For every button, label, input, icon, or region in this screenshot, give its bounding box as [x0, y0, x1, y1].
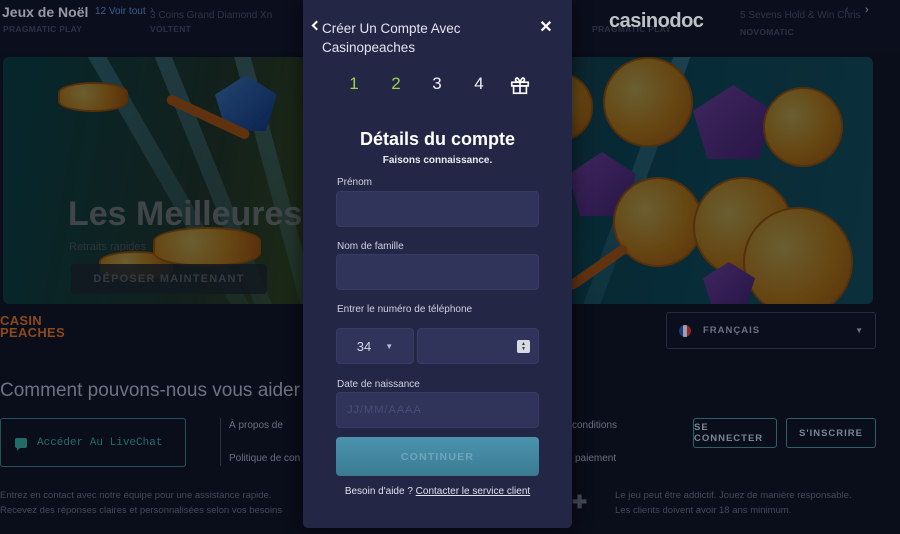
step-2: 2 [391, 74, 401, 93]
birth-date-input[interactable] [337, 393, 538, 427]
birth-date-field[interactable] [336, 392, 539, 428]
step-3: 3 [432, 74, 442, 93]
phone-input[interactable] [418, 329, 513, 363]
caret-down-icon: ▼ [385, 341, 394, 351]
first-name-field[interactable] [336, 191, 539, 227]
help-prefix: Besoin d'aide ? [344, 486, 413, 497]
gift-icon [510, 77, 530, 95]
spinner-icon[interactable]: ▲ ▼ [517, 340, 530, 353]
form-subtitle: Faisons connaissance. [382, 155, 493, 166]
signup-modal: Créer Un Compte Avec Casinopeaches ✕ 1 2… [303, 0, 572, 528]
last-name-label: Nom de famille [337, 241, 404, 252]
phone-field[interactable]: ▲ ▼ [417, 328, 539, 364]
step-4: 4 [474, 74, 484, 93]
continue-button[interactable]: CONTINUER [336, 437, 539, 476]
first-name-input[interactable] [337, 192, 538, 226]
step-indicator: 1 2 3 4 [303, 74, 572, 98]
help-line: Besoin d'aide ? Contacter le service cli… [303, 486, 572, 497]
modal-header: Créer Un Compte Avec Casinopeaches [322, 21, 461, 55]
country-code-select[interactable]: 34 ▼ [336, 328, 414, 364]
last-name-field[interactable] [336, 254, 539, 290]
form-title: Détails du compte [359, 129, 516, 149]
contact-support-link[interactable]: Contacter le service client [416, 486, 531, 497]
close-icon[interactable]: ✕ [539, 17, 553, 37]
step-1: 1 [349, 74, 359, 93]
country-code-value: 34 [356, 338, 372, 354]
phone-label: Entrer le numéro de téléphone [337, 304, 473, 315]
back-chevron-icon[interactable] [311, 20, 322, 31]
first-name-label: Prénom [337, 177, 373, 188]
last-name-input[interactable] [337, 255, 538, 289]
birth-date-label: Date de naissance [337, 379, 420, 390]
